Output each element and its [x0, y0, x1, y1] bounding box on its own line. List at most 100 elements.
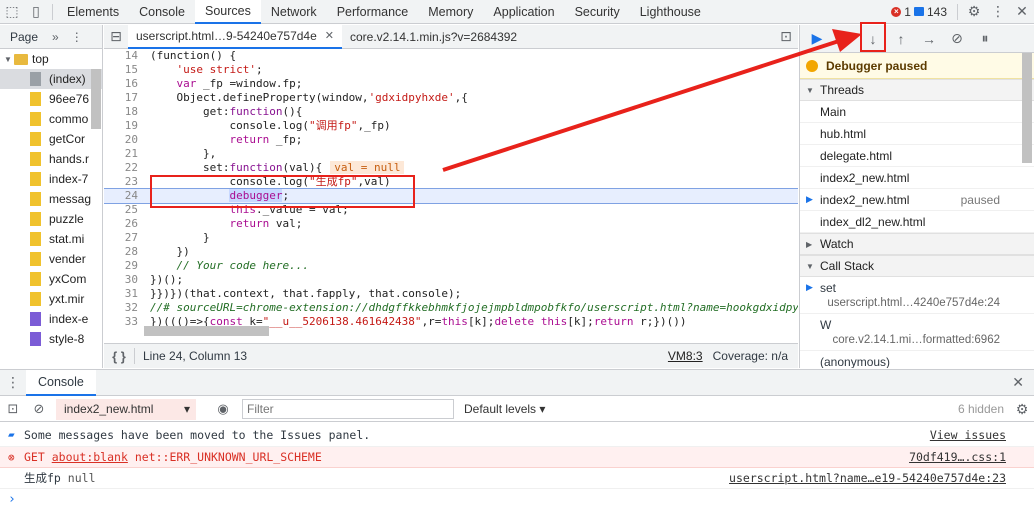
thread-item[interactable]: ▶ index2_new.html paused [800, 189, 1034, 211]
gear-icon[interactable]: ⚙ [1010, 401, 1034, 418]
deactivate-breakpoints-button[interactable]: ⊘ [946, 28, 968, 50]
tab-security[interactable]: Security [565, 0, 630, 24]
tree-file-item[interactable]: commo [0, 109, 102, 129]
call-frame[interactable]: Wcore.v2.14.1.mi…formatted:6962 [800, 314, 1034, 351]
tab-memory[interactable]: Memory [418, 0, 483, 24]
tab-sources[interactable]: Sources [194, 0, 261, 24]
line-number[interactable]: 23 [104, 175, 144, 189]
tab-performance[interactable]: Performance [327, 0, 419, 24]
line-number[interactable]: 27 [104, 231, 144, 245]
call-frame[interactable]: (anonymous) [800, 351, 1034, 368]
tree-file-item[interactable]: yxt.mir [0, 289, 102, 309]
threads-section-header[interactable]: ▼ Threads [800, 79, 1034, 101]
inspect-element-icon[interactable]: ⬚ [0, 0, 24, 24]
pretty-print-icon[interactable]: { } [104, 349, 134, 364]
line-number[interactable]: 21 [104, 147, 144, 161]
view-issues-link[interactable]: View issues [930, 428, 1006, 442]
call-frame[interactable]: ▶ set userscript.html…4240e757d4e:24 [800, 277, 1034, 314]
debugger-scrollbar[interactable] [1022, 53, 1032, 163]
error-counter[interactable]: × 1 143 [891, 5, 947, 19]
pause-on-exceptions-button[interactable]: ⏸ [974, 28, 996, 50]
error-source-link[interactable]: 70df419….css:1 [909, 450, 1006, 464]
line-number[interactable]: 30 [104, 273, 144, 287]
tab-lighthouse[interactable]: Lighthouse [630, 0, 711, 24]
tree-file-item[interactable]: (index) [0, 69, 102, 89]
console-prompt[interactable]: › [0, 489, 1034, 509]
toggle-debugger-icon[interactable]: ⊡ [774, 25, 798, 49]
line-number[interactable]: 26 [104, 217, 144, 231]
thread-item[interactable]: index2_new.html [800, 167, 1034, 189]
eye-icon[interactable]: ◉ [210, 401, 236, 417]
close-icon[interactable]: ✕ [1010, 0, 1034, 24]
line-number[interactable]: 28 [104, 245, 144, 259]
close-icon[interactable]: ✕ [1012, 374, 1024, 391]
thread-item[interactable]: Main [800, 101, 1034, 123]
editor-tab-core[interactable]: core.v2.14.1.min.js?v=2684392 [342, 25, 525, 49]
tree-file-item[interactable]: index-e [0, 309, 102, 329]
callstack-section-header[interactable]: ▼ Call Stack [800, 255, 1034, 277]
resume-button[interactable]: ▶ [806, 28, 828, 50]
editor-tab-userscript[interactable]: userscript.html…9-54240e757d4e ✕ [128, 24, 342, 49]
tab-console[interactable]: Console [129, 0, 195, 24]
tree-file-item[interactable]: style-8 [0, 329, 102, 349]
code-text: get: [202, 105, 230, 118]
editor-horizontal-scrollbar[interactable] [144, 326, 269, 336]
navigator-scrollbar[interactable] [91, 69, 101, 129]
thread-item[interactable]: delegate.html [800, 145, 1034, 167]
error-url-link[interactable]: about:blank [52, 450, 128, 464]
line-number[interactable]: 17 [104, 91, 144, 105]
kebab-menu-icon[interactable]: ⋮ [0, 374, 26, 391]
line-number[interactable]: 19 [104, 119, 144, 133]
watch-section-header[interactable]: ▶ Watch [800, 233, 1034, 255]
editor-tab-label: core.v2.14.1.min.js?v=2684392 [350, 29, 518, 44]
tree-file-item[interactable]: yxCom [0, 269, 102, 289]
step-over-button[interactable]: ↷ [834, 28, 856, 50]
toggle-navigator-icon[interactable]: ⊟ [104, 25, 128, 49]
log-levels-dropdown[interactable]: Default levels ▾ [464, 402, 545, 416]
line-number[interactable]: 29 [104, 259, 144, 273]
thread-item[interactable]: hub.html [800, 123, 1034, 145]
clear-console-icon[interactable]: ⊘ [26, 401, 52, 417]
line-number[interactable]: 25 [104, 203, 144, 217]
tree-top-frame[interactable]: ▼ top [0, 49, 102, 69]
line-number[interactable]: 15 [104, 63, 144, 77]
tree-file-item[interactable]: messag [0, 189, 102, 209]
tab-elements[interactable]: Elements [57, 0, 129, 24]
tab-application[interactable]: Application [483, 0, 564, 24]
console-filter-input[interactable] [242, 399, 454, 419]
step-out-button[interactable]: ↑ [890, 28, 912, 50]
sidebar-toggle-icon[interactable]: ⊡ [0, 401, 26, 417]
line-number[interactable]: 31 [104, 287, 144, 301]
gear-icon[interactable]: ⚙ [962, 0, 986, 24]
kebab-menu-icon[interactable]: ⋮ [986, 0, 1010, 24]
step-button[interactable]: → [918, 28, 940, 50]
tree-file-item[interactable]: stat.mi [0, 229, 102, 249]
tree-file-item[interactable]: 96ee76 [0, 89, 102, 109]
line-number[interactable]: 16 [104, 77, 144, 91]
chevron-double-right-icon[interactable]: » [52, 30, 59, 44]
line-number[interactable]: 14 [104, 49, 144, 63]
tree-file-item[interactable]: index-7 [0, 169, 102, 189]
log-source-link[interactable]: userscript.html?name…e19-54240e757d4e:23 [729, 471, 1006, 485]
tree-file-item[interactable]: getCor [0, 129, 102, 149]
line-number[interactable]: 32 [104, 301, 144, 315]
line-number[interactable]: 24 [104, 189, 144, 203]
code-line: 20 return _fp; [104, 133, 798, 147]
tab-network[interactable]: Network [261, 0, 327, 24]
vm-source-link[interactable]: VM8:3 [668, 349, 703, 363]
thread-item[interactable]: index_dl2_new.html [800, 211, 1034, 233]
line-number[interactable]: 22 [104, 161, 144, 175]
drawer-tab-console[interactable]: Console [26, 369, 96, 396]
tree-file-item[interactable]: vender [0, 249, 102, 269]
kebab-menu-icon[interactable]: ⋮ [71, 30, 83, 44]
line-number[interactable]: 20 [104, 133, 144, 147]
tree-file-item[interactable]: puzzle [0, 209, 102, 229]
line-number[interactable]: 18 [104, 105, 144, 119]
tab-page[interactable]: Page [10, 30, 38, 44]
device-toolbar-icon[interactable]: ▯ [24, 0, 48, 24]
tree-file-item[interactable]: hands.r [0, 149, 102, 169]
line-number[interactable]: 33 [104, 315, 144, 329]
context-selector[interactable]: index2_new.html ▾ [56, 398, 196, 420]
tree-label: vender [49, 252, 86, 266]
close-icon[interactable]: ✕ [325, 29, 334, 42]
